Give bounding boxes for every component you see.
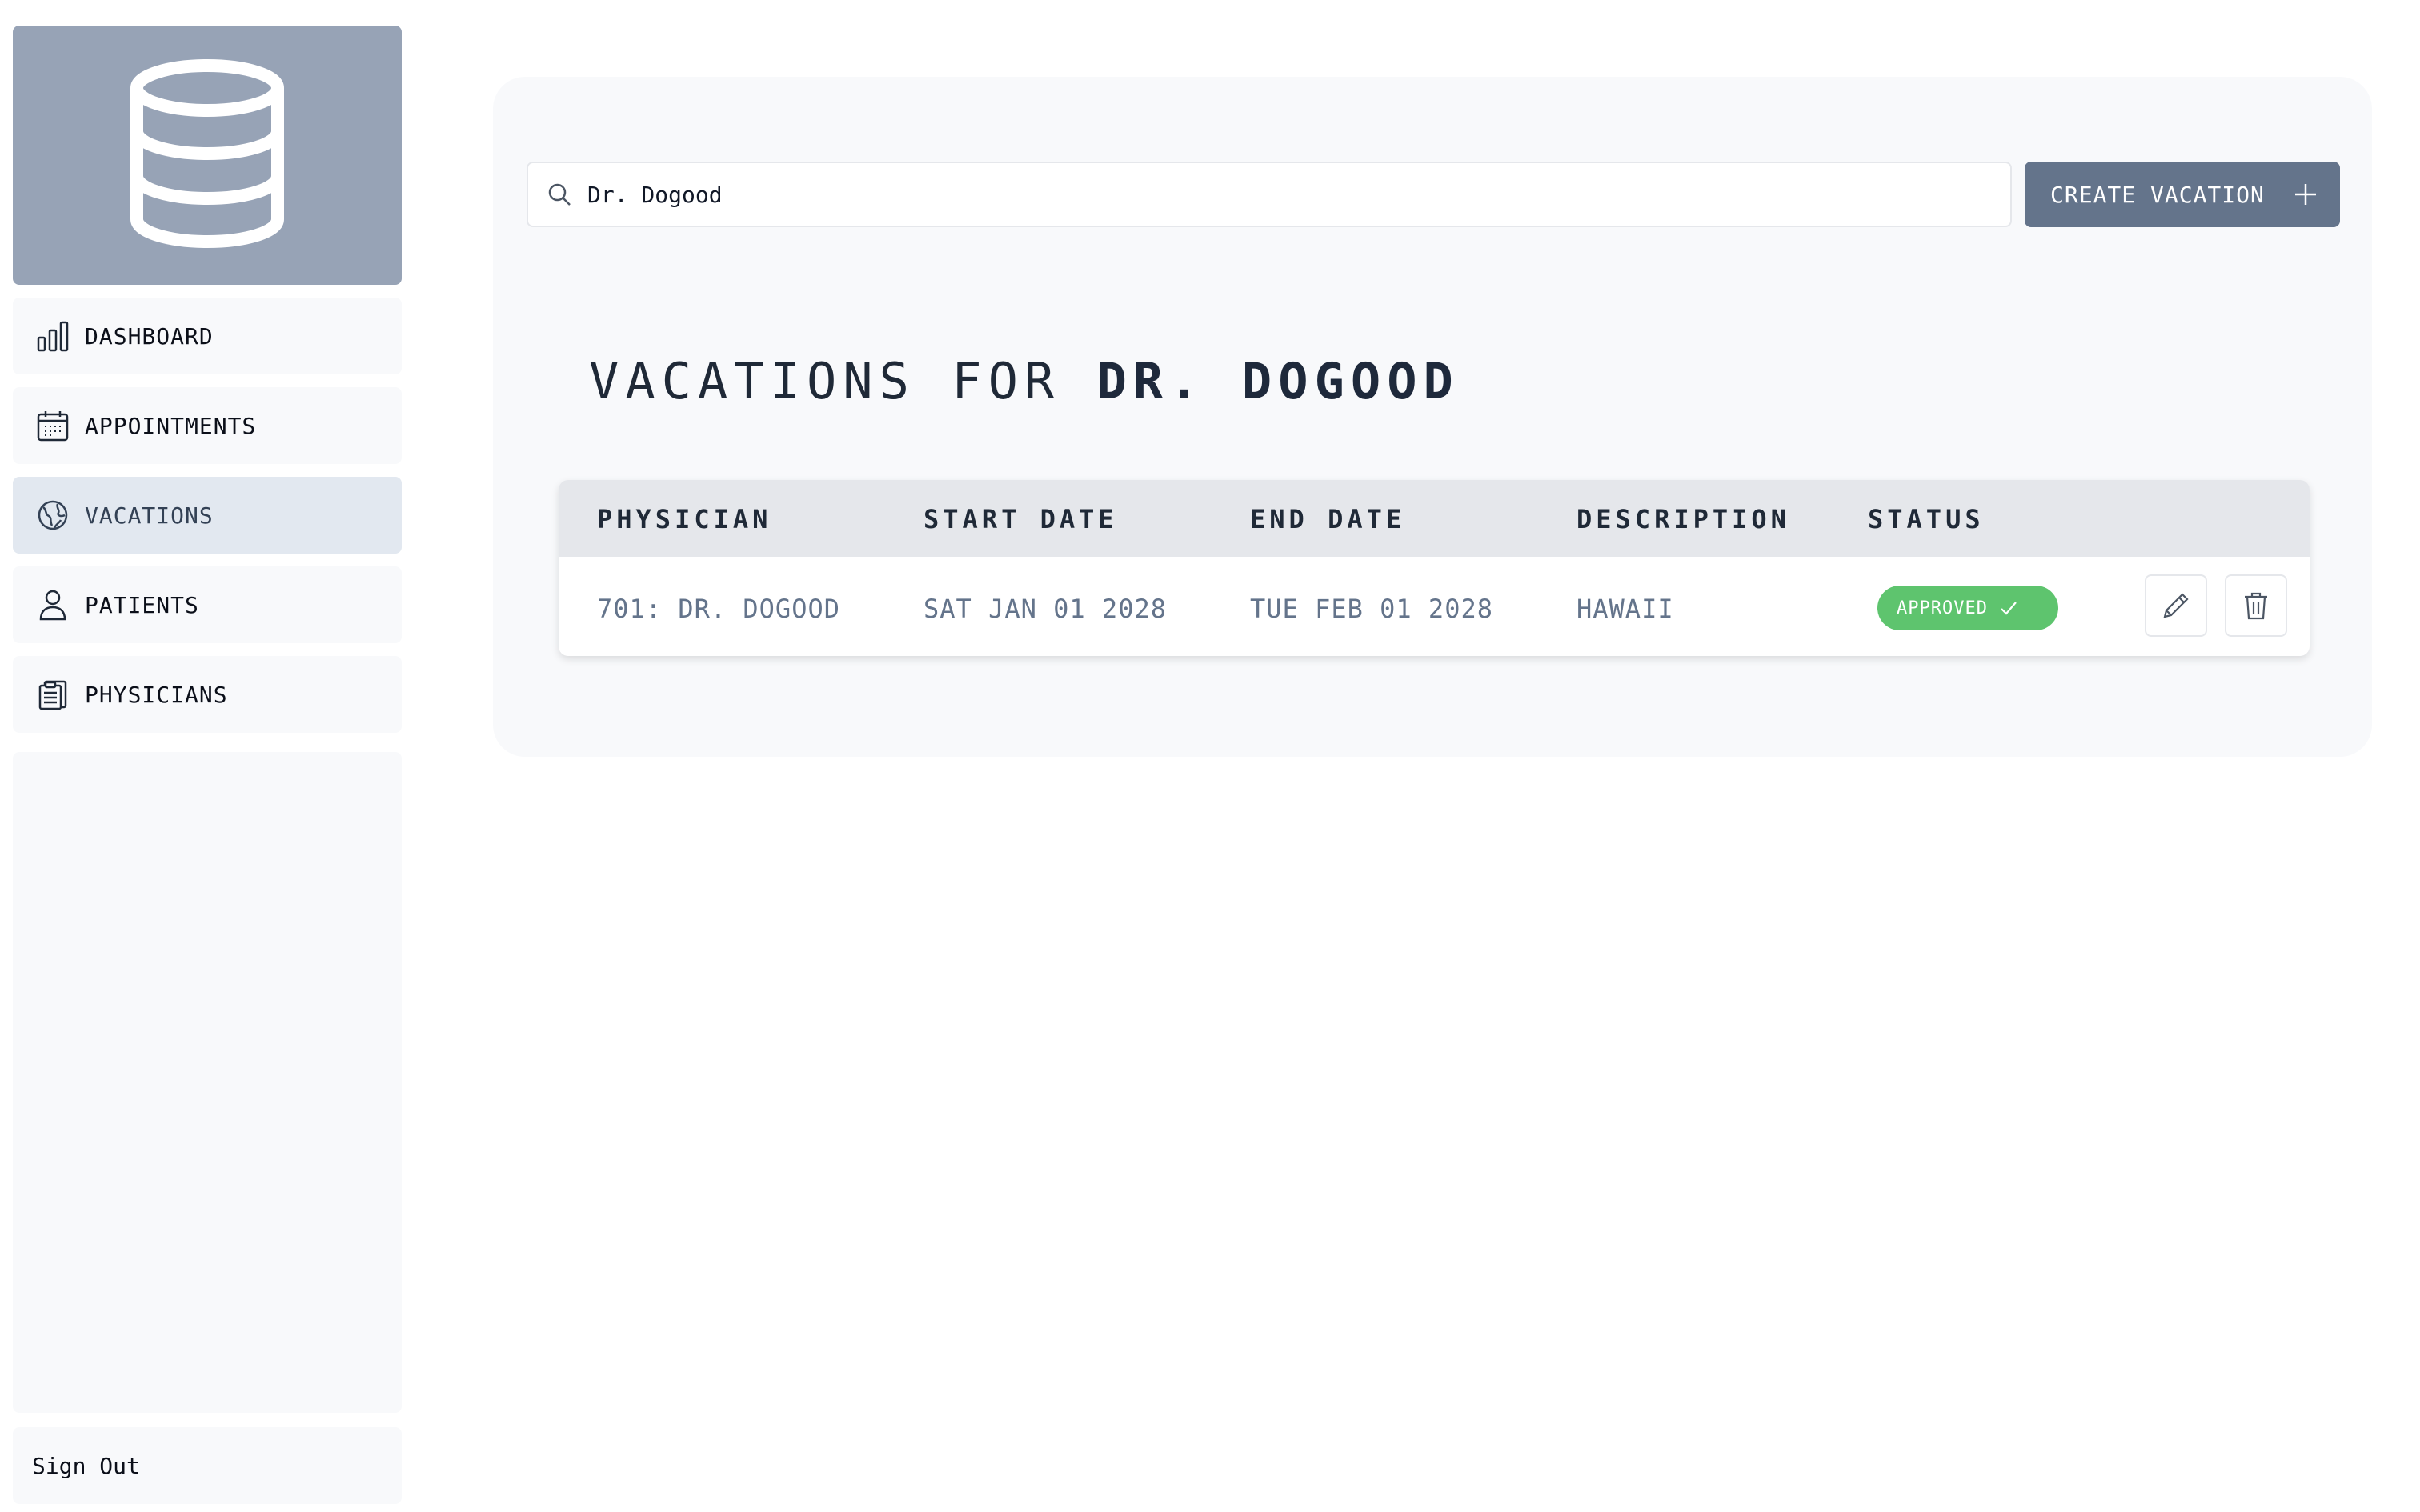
main-panel: CREATE VACATION VACATIONS FOR DR. DOGOOD…: [493, 77, 2372, 757]
search-bar[interactable]: [527, 162, 2012, 227]
user-icon: [35, 587, 70, 622]
cell-physician: 701: DR. DOGOOD: [597, 594, 840, 624]
column-header-start-date: START DATE: [924, 504, 1118, 534]
sidebar-item-label: VACATIONS: [85, 502, 214, 529]
edit-button[interactable]: [2145, 574, 2207, 637]
sidebar: DASHBOARD APPOINTMENTS VACATIONS PATIENT…: [13, 26, 402, 1506]
sidebar-item-label: PATIENTS: [85, 591, 199, 618]
sidebar-item-dashboard[interactable]: DASHBOARD: [13, 298, 402, 374]
search-icon: [547, 182, 571, 206]
app-logo: [13, 26, 402, 285]
search-input[interactable]: [586, 180, 1946, 209]
globe-icon: [35, 498, 70, 533]
cell-start-date: SAT JAN 01 2028: [924, 594, 1167, 624]
cell-description: HAWAII: [1577, 594, 1674, 624]
clipboard-icon: [35, 677, 70, 712]
page-title-physician: DR. DOGOOD: [1096, 352, 1460, 410]
column-header-end-date: END DATE: [1250, 504, 1406, 534]
calendar-icon: [35, 408, 70, 443]
sidebar-item-appointments[interactable]: APPOINTMENTS: [13, 387, 402, 464]
create-vacation-button[interactable]: CREATE VACATION: [2025, 162, 2340, 227]
status-badge: APPROVED: [1877, 586, 2058, 630]
table-header: PHYSICIAN START DATE END DATE DESCRIPTIO…: [559, 480, 2310, 557]
sidebar-item-vacations[interactable]: VACATIONS: [13, 477, 402, 554]
column-header-status: STATUS: [1868, 504, 1985, 534]
cell-end-date: TUE FEB 01 2028: [1250, 594, 1493, 624]
pencil-icon: [2160, 590, 2192, 622]
status-label: APPROVED: [1897, 598, 1988, 618]
page-title-prefix: VACATIONS FOR: [589, 352, 1097, 410]
sidebar-item-patients[interactable]: PATIENTS: [13, 566, 402, 643]
vacations-table: PHYSICIAN START DATE END DATE DESCRIPTIO…: [559, 480, 2310, 656]
sidebar-item-physicians[interactable]: PHYSICIANS: [13, 656, 402, 733]
check-icon: [1999, 598, 2018, 618]
column-header-description: DESCRIPTION: [1577, 504, 1790, 534]
sidebar-spacer: [13, 752, 402, 1413]
bar-chart-icon: [35, 318, 70, 354]
delete-button[interactable]: [2225, 574, 2287, 637]
page-title: VACATIONS FOR DR. DOGOOD: [589, 352, 1460, 410]
sidebar-item-label: APPOINTMENTS: [85, 412, 257, 439]
plus-icon: [2294, 182, 2318, 206]
sign-out-button[interactable]: Sign Out: [13, 1427, 402, 1504]
trash-icon: [2240, 590, 2272, 622]
create-vacation-label: CREATE VACATION: [2050, 181, 2265, 208]
database-icon: [127, 59, 287, 251]
sidebar-item-label: PHYSICIANS: [85, 681, 228, 708]
sidebar-item-label: DASHBOARD: [85, 322, 214, 350]
column-header-physician: PHYSICIAN: [597, 504, 772, 534]
